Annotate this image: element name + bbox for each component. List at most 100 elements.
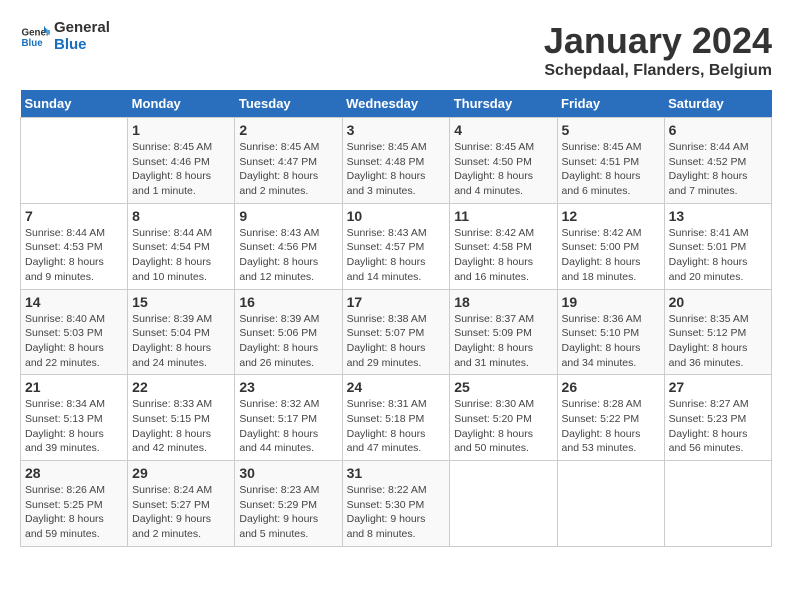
day-number: 27 — [669, 379, 767, 395]
title-area: January 2024 Schepdaal, Flanders, Belgiu… — [544, 20, 772, 80]
day-number: 20 — [669, 294, 767, 310]
day-info: Sunrise: 8:37 AM Sunset: 5:09 PM Dayligh… — [454, 312, 552, 371]
day-cell: 17 Sunrise: 8:38 AM Sunset: 5:07 PM Dayli… — [342, 289, 450, 375]
svg-text:Blue: Blue — [22, 38, 44, 49]
day-number: 26 — [562, 379, 660, 395]
day-number: 5 — [562, 122, 660, 138]
day-info: Sunrise: 8:28 AM Sunset: 5:22 PM Dayligh… — [562, 397, 660, 456]
day-info: Sunrise: 8:42 AM Sunset: 5:00 PM Dayligh… — [562, 226, 660, 285]
header-day-monday: Monday — [128, 90, 235, 118]
day-info: Sunrise: 8:45 AM Sunset: 4:46 PM Dayligh… — [132, 140, 230, 199]
day-number: 23 — [239, 379, 337, 395]
logo: General Blue General Blue — [20, 20, 110, 53]
day-cell: 23 Sunrise: 8:32 AM Sunset: 5:17 PM Dayli… — [235, 375, 342, 461]
day-cell: 14 Sunrise: 8:40 AM Sunset: 5:03 PM Dayli… — [21, 289, 128, 375]
day-number: 7 — [25, 208, 123, 224]
day-cell: 21Sunrise: 8:34 AM Sunset: 5:13 PM Dayli… — [21, 375, 128, 461]
day-info: Sunrise: 8:40 AM Sunset: 5:03 PM Dayligh… — [25, 312, 123, 371]
day-cell: 27Sunrise: 8:27 AM Sunset: 5:23 PM Dayli… — [664, 375, 771, 461]
header: General Blue General Blue January 2024 S… — [20, 20, 772, 80]
day-info: Sunrise: 8:39 AM Sunset: 5:06 PM Dayligh… — [239, 312, 337, 371]
location-title: Schepdaal, Flanders, Belgium — [544, 62, 772, 80]
header-day-sunday: Sunday — [21, 90, 128, 118]
day-cell: 9Sunrise: 8:43 AM Sunset: 4:56 PM Daylig… — [235, 203, 342, 289]
day-cell: 3Sunrise: 8:45 AM Sunset: 4:48 PM Daylig… — [342, 118, 450, 204]
day-cell: 7Sunrise: 8:44 AM Sunset: 4:53 PM Daylig… — [21, 203, 128, 289]
day-number: 2 — [239, 122, 337, 138]
day-info: Sunrise: 8:32 AM Sunset: 5:17 PM Dayligh… — [239, 397, 337, 456]
day-number: 8 — [132, 208, 230, 224]
day-info: Sunrise: 8:43 AM Sunset: 4:56 PM Dayligh… — [239, 226, 337, 285]
day-cell: 15 Sunrise: 8:39 AM Sunset: 5:04 PM Dayli… — [128, 289, 235, 375]
header-day-saturday: Saturday — [664, 90, 771, 118]
day-cell: 6 Sunrise: 8:44 AM Sunset: 4:52 PM Daylig… — [664, 118, 771, 204]
day-number: 24 — [347, 379, 446, 395]
day-cell: 29 Sunrise: 8:24 AM Sunset: 5:27 PM Dayli… — [128, 461, 235, 547]
week-row-5: 28Sunrise: 8:26 AM Sunset: 5:25 PM Dayli… — [21, 461, 772, 547]
day-info: Sunrise: 8:22 AM Sunset: 5:30 PM Dayligh… — [347, 483, 446, 542]
day-cell: 16 Sunrise: 8:39 AM Sunset: 5:06 PM Dayli… — [235, 289, 342, 375]
header-day-friday: Friday — [557, 90, 664, 118]
day-cell: 18Sunrise: 8:37 AM Sunset: 5:09 PM Dayli… — [450, 289, 557, 375]
day-cell: 5 Sunrise: 8:45 AM Sunset: 4:51 PM Daylig… — [557, 118, 664, 204]
logo-blue: Blue — [54, 37, 110, 54]
day-number: 13 — [669, 208, 767, 224]
day-info: Sunrise: 8:34 AM Sunset: 5:13 PM Dayligh… — [25, 397, 123, 456]
logo-icon: General Blue — [20, 22, 50, 52]
day-number: 10 — [347, 208, 446, 224]
day-cell: 2 Sunrise: 8:45 AM Sunset: 4:47 PM Daylig… — [235, 118, 342, 204]
day-info: Sunrise: 8:24 AM Sunset: 5:27 PM Dayligh… — [132, 483, 230, 542]
day-info: Sunrise: 8:44 AM Sunset: 4:52 PM Dayligh… — [669, 140, 767, 199]
day-number: 16 — [239, 294, 337, 310]
day-cell: 13 Sunrise: 8:41 AM Sunset: 5:01 PM Dayli… — [664, 203, 771, 289]
day-number: 6 — [669, 122, 767, 138]
day-info: Sunrise: 8:33 AM Sunset: 5:15 PM Dayligh… — [132, 397, 230, 456]
day-cell: 20Sunrise: 8:35 AM Sunset: 5:12 PM Dayli… — [664, 289, 771, 375]
header-day-tuesday: Tuesday — [235, 90, 342, 118]
day-number: 31 — [347, 465, 446, 481]
day-cell: 28Sunrise: 8:26 AM Sunset: 5:25 PM Dayli… — [21, 461, 128, 547]
day-number: 30 — [239, 465, 337, 481]
day-cell: 19 Sunrise: 8:36 AM Sunset: 5:10 PM Dayli… — [557, 289, 664, 375]
day-info: Sunrise: 8:45 AM Sunset: 4:48 PM Dayligh… — [347, 140, 446, 199]
day-cell: 25Sunrise: 8:30 AM Sunset: 5:20 PM Dayli… — [450, 375, 557, 461]
week-row-2: 7Sunrise: 8:44 AM Sunset: 4:53 PM Daylig… — [21, 203, 772, 289]
day-number: 25 — [454, 379, 552, 395]
day-number: 4 — [454, 122, 552, 138]
day-info: Sunrise: 8:43 AM Sunset: 4:57 PM Dayligh… — [347, 226, 446, 285]
day-cell — [21, 118, 128, 204]
day-number: 19 — [562, 294, 660, 310]
day-number: 12 — [562, 208, 660, 224]
day-info: Sunrise: 8:38 AM Sunset: 5:07 PM Dayligh… — [347, 312, 446, 371]
day-number: 1 — [132, 122, 230, 138]
day-cell: 8Sunrise: 8:44 AM Sunset: 4:54 PM Daylig… — [128, 203, 235, 289]
day-number: 17 — [347, 294, 446, 310]
day-number: 15 — [132, 294, 230, 310]
header-row: SundayMondayTuesdayWednesdayThursdayFrid… — [21, 90, 772, 118]
week-row-4: 21Sunrise: 8:34 AM Sunset: 5:13 PM Dayli… — [21, 375, 772, 461]
day-info: Sunrise: 8:36 AM Sunset: 5:10 PM Dayligh… — [562, 312, 660, 371]
day-info: Sunrise: 8:26 AM Sunset: 5:25 PM Dayligh… — [25, 483, 123, 542]
logo-general: General — [54, 20, 110, 37]
day-number: 14 — [25, 294, 123, 310]
day-cell — [557, 461, 664, 547]
month-title: January 2024 — [544, 20, 772, 62]
day-cell: 10 Sunrise: 8:43 AM Sunset: 4:57 PM Dayli… — [342, 203, 450, 289]
day-cell: 24Sunrise: 8:31 AM Sunset: 5:18 PM Dayli… — [342, 375, 450, 461]
day-number: 22 — [132, 379, 230, 395]
day-cell: 4 Sunrise: 8:45 AM Sunset: 4:50 PM Daylig… — [450, 118, 557, 204]
day-info: Sunrise: 8:45 AM Sunset: 4:50 PM Dayligh… — [454, 140, 552, 199]
day-info: Sunrise: 8:41 AM Sunset: 5:01 PM Dayligh… — [669, 226, 767, 285]
day-info: Sunrise: 8:45 AM Sunset: 4:51 PM Dayligh… — [562, 140, 660, 199]
day-cell — [664, 461, 771, 547]
day-cell: 31 Sunrise: 8:22 AM Sunset: 5:30 PM Dayli… — [342, 461, 450, 547]
header-day-wednesday: Wednesday — [342, 90, 450, 118]
day-number: 11 — [454, 208, 552, 224]
day-info: Sunrise: 8:39 AM Sunset: 5:04 PM Dayligh… — [132, 312, 230, 371]
day-number: 29 — [132, 465, 230, 481]
day-cell: 1 Sunrise: 8:45 AM Sunset: 4:46 PM Daylig… — [128, 118, 235, 204]
day-cell: 12 Sunrise: 8:42 AM Sunset: 5:00 PM Dayli… — [557, 203, 664, 289]
day-info: Sunrise: 8:45 AM Sunset: 4:47 PM Dayligh… — [239, 140, 337, 199]
day-cell: 22 Sunrise: 8:33 AM Sunset: 5:15 PM Dayli… — [128, 375, 235, 461]
header-day-thursday: Thursday — [450, 90, 557, 118]
